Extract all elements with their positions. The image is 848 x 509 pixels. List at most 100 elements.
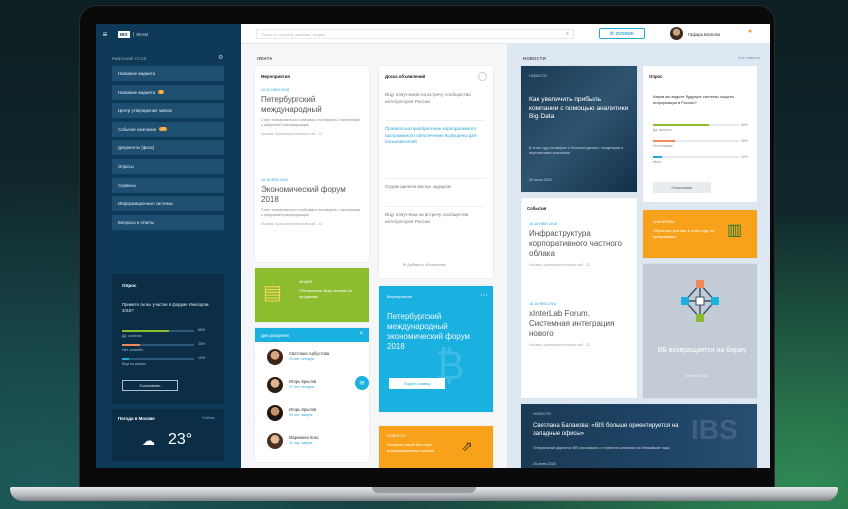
feed-heading: ЛЕНТА (257, 56, 273, 61)
sidebar-item[interactable]: Центр утверждения заявок (112, 103, 224, 119)
event-item[interactable]: 15-18 ИЮН 2018 Инфраструктура корпоратив… (529, 222, 631, 268)
sidebar-item[interactable]: Вопросы и ответы (112, 214, 224, 230)
person-name: Игорь Крылов (289, 379, 317, 384)
event-title[interactable]: xInterLab Forum. Системная интеграция но… (529, 309, 631, 339)
sidebar-item[interactable]: Событие компании 17 (112, 121, 224, 137)
gear-icon[interactable]: ⚙ (218, 54, 223, 61)
vote-button[interactable]: Голосовать (653, 182, 711, 193)
logo[interactable]: IBS (118, 30, 130, 38)
sidebar-item-label: Опросы (118, 163, 134, 169)
sidebar-item-label: Событие компании (118, 126, 157, 132)
event-date: 16-18 ФЕВ 2018 (261, 178, 288, 182)
person-photo (267, 349, 283, 365)
person-row[interactable]: Светлана Арбустова 23 лет, сегодня (263, 346, 373, 372)
poll-bar (653, 140, 739, 142)
event-item[interactable]: 16-18 ФЕВ 2018 Экономический форум 2018 … (261, 178, 361, 227)
search-input[interactable]: Поиск по порталу, данным, людям ⌕ (256, 29, 574, 39)
poll-option-label: Иное (653, 160, 662, 164)
close-icon[interactable]: × (359, 331, 363, 337)
add-icon[interactable] (478, 72, 487, 81)
zvonok-button[interactable]: ✆ ZVONOK (599, 28, 645, 39)
event-date: 15-18 ИЮН 2018 (529, 222, 557, 226)
card-title: События (527, 206, 547, 211)
poll-bar (653, 124, 739, 126)
more-icon[interactable]: • • • (481, 292, 487, 297)
person-name: Игорь Крылов (289, 407, 317, 412)
apply-button[interactable]: Подать заявку (389, 378, 445, 389)
promo-card-green[interactable]: ▤ АКЦИЯ Обновление базы знаний по продаж… (255, 268, 369, 322)
sidebar-item[interactable]: Сервисы (112, 177, 224, 193)
news-card-bigdata[interactable]: НОВОСТИ Как увеличить прибыль компании с… (521, 66, 637, 192)
person-name: Светлана Арбустова (289, 351, 330, 356)
board-item[interactable]: Отдам щенков милых задаром (385, 184, 485, 191)
event-item[interactable]: 22-24 ИЮН 2018 Петербургский международн… (261, 88, 361, 137)
person-row[interactable]: Игорь Крылов 30 лет, завтра (263, 402, 373, 428)
poll-bar-fill (653, 140, 675, 142)
poll-bar-fill (122, 358, 130, 360)
notification-icon[interactable]: ● (748, 28, 752, 35)
weather-title: Погода в Москве (118, 416, 155, 421)
poll-pct: 10% (741, 155, 748, 159)
sidebar-item-label: Информационные системы (118, 201, 173, 207)
promo-card-orange[interactable]: НОВОСТИ Помните какой был путь информаци… (379, 426, 493, 468)
event-title[interactable]: Экономический форум 2018 (261, 185, 361, 205)
add-announcement-link[interactable]: ⊕ Добавить объявление (403, 262, 446, 267)
person-status: 31 год, завтра (289, 441, 313, 445)
news-card-ibs[interactable]: НОВОСТИ Светлана Балакова: «IBS больше о… (521, 404, 757, 468)
sidebar-item[interactable]: Документы (фиск) (112, 140, 224, 156)
poll-title: Опрос (649, 74, 663, 79)
person-row[interactable]: Марианна Кокс 31 год, завтра (263, 430, 373, 456)
poll-bar-fill (653, 124, 709, 126)
poll-bar (122, 358, 194, 360)
sidebar-item-label: Название виджета (118, 89, 156, 95)
poll-option-label: Нет, спасибо (122, 348, 144, 352)
bar-chart-icon: ▥ (727, 222, 743, 239)
poll-pct: 25% (741, 139, 748, 143)
vote-button[interactable]: Голосовать (122, 380, 178, 391)
ibs-watermark: IBS (691, 414, 738, 445)
event-title[interactable]: Петербургский международный (261, 95, 361, 115)
user-name[interactable]: Гафара Волкова (688, 32, 720, 37)
weather-link[interactable]: Сейчас (202, 416, 215, 420)
growth-chart-icon: ⇗ (461, 438, 473, 454)
count-badge: 2 (158, 90, 165, 95)
news-title: Светлана Балакова: «IBS больше ориентиру… (533, 423, 679, 437)
chat-icon[interactable]: ✉ (355, 376, 369, 390)
network-icon (681, 280, 719, 322)
sidebar-item[interactable]: Информационные системы (112, 196, 224, 212)
news-desc: Генеральный директор IBS рассказала о ст… (533, 446, 670, 450)
news-card-network[interactable]: ВБ возвращается на биржу 25 июня 2018 (643, 264, 757, 398)
person-photo (267, 405, 283, 421)
sidebar-item[interactable]: Название виджета 2 (112, 84, 224, 100)
money-icon: ▤ (263, 282, 282, 304)
top-bar: ≡ IBS ЕКАМ Поиск по порталу, данным, люд… (96, 24, 770, 44)
event-desc: Стоит познакомиться с кейсами и поговори… (261, 208, 360, 217)
person-status: 27 лет, сегодня (289, 385, 315, 389)
news-date: 25 июня 2018 (529, 178, 552, 182)
sidebar: РАБОЧИЙ СТОЛ ⚙ Название виджета Название… (96, 44, 241, 468)
analytics-card[interactable]: АНАЛИТИКА Обучение для вас в этом году п… (643, 210, 757, 258)
poll-option-label: Да, конечно (122, 334, 142, 338)
board-item[interactable]: Ищу попутчика на встречу сообщества инте… (385, 212, 485, 225)
poll-option-label: Да, конечно (653, 128, 672, 132)
event-item[interactable]: 16-18 ФЕВ 2018 xInterLab Forum. Системна… (529, 302, 631, 348)
person-row[interactable]: Игорь Крылов 27 лет, сегодня ✉ (263, 374, 373, 400)
logo-subtitle: ЕКАМ (132, 31, 148, 37)
sidebar-item[interactable]: Опросы (112, 158, 224, 174)
board-item[interactable]: Правила на приобретение корпоративного п… (385, 126, 485, 146)
cloud-rain-icon: ☁ (142, 433, 155, 448)
poll-option-label: Не понимаю (653, 144, 673, 148)
sidebar-item[interactable]: Название виджета (112, 66, 224, 81)
all-news-link[interactable]: Все новости (738, 56, 760, 60)
event-title[interactable]: Инфраструктура корпоративного частного о… (529, 229, 631, 259)
sidebar-item-label: Вопросы и ответы (118, 219, 155, 225)
zvonok-label: ZVONOK (615, 31, 634, 36)
person-status: 30 лет, завтра (289, 413, 313, 417)
news-heading: НОВОСТИ (523, 56, 547, 61)
hamburger-icon[interactable]: ≡ (96, 24, 114, 44)
person-photo (267, 433, 283, 449)
avatar[interactable] (670, 27, 683, 40)
search-icon[interactable]: ⌕ (566, 31, 569, 38)
board-item[interactable]: Ищу попутчиков на встречу сообщества инт… (385, 92, 485, 105)
poll-bar (122, 344, 194, 346)
